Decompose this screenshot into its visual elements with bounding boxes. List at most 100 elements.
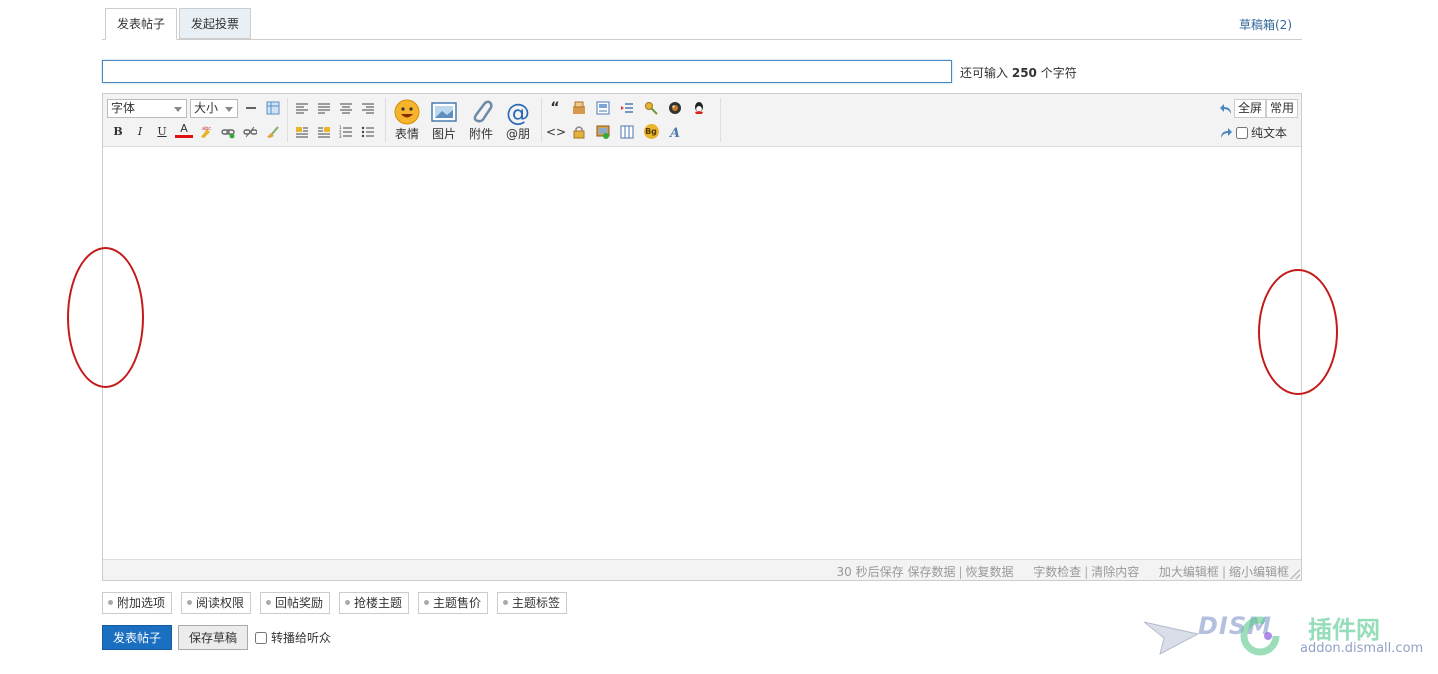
remaining-count: 250: [1011, 66, 1037, 80]
horizontal-rule-icon[interactable]: [242, 99, 260, 117]
tab-new-poll[interactable]: 发起投票: [179, 8, 252, 39]
chevron-down-icon: [225, 107, 233, 112]
chevron-down-icon: [174, 107, 182, 112]
toolbar-divider: [541, 98, 542, 142]
qq-icon[interactable]: [690, 99, 708, 117]
free-content-icon[interactable]: [594, 99, 612, 117]
plaintext-toggle[interactable]: 纯文本: [1235, 124, 1287, 141]
align-left-icon[interactable]: [293, 99, 311, 117]
highlight-icon[interactable]: abc: [197, 123, 215, 141]
bold-button[interactable]: B: [109, 123, 127, 141]
attachment-button[interactable]: 附件: [464, 98, 498, 144]
image-button[interactable]: 图片: [427, 98, 461, 144]
background-button[interactable]: Bg: [642, 123, 660, 141]
page-break-icon[interactable]: [618, 99, 636, 117]
option-floor-grab[interactable]: 抢楼主题: [339, 592, 410, 614]
rich-text-editor: 字体 大小 B I U A abc 1 2 3 表情 图片 附件 @ @朋 “ …: [102, 93, 1302, 581]
editor-statusbar: 30 秒后保存 保存数据 | 恢复数据 字数检查 | 清除内容 加大编辑框 | 缩小编辑框: [103, 559, 1301, 580]
post-type-tabs: 发表帖子 发起投票 草稿箱(2): [102, 8, 1302, 40]
undo-icon[interactable]: [1217, 100, 1235, 118]
float-left-icon[interactable]: [293, 123, 311, 141]
option-price[interactable]: 主题售价: [418, 592, 489, 614]
bullet-icon: [503, 600, 508, 605]
ordered-list-icon[interactable]: 123: [337, 123, 355, 141]
svg-text:@: @: [506, 99, 530, 125]
clear-format-icon[interactable]: [263, 123, 281, 141]
unlink-icon[interactable]: [241, 123, 259, 141]
code-button[interactable]: <>: [546, 123, 566, 141]
word-check-link[interactable]: 字数检查: [1033, 565, 1081, 579]
watermark-brand-cn: 插件网: [1308, 616, 1380, 644]
align-right-icon[interactable]: [359, 99, 377, 117]
at-icon: @: [501, 98, 535, 126]
smiley-icon: [390, 98, 424, 126]
unordered-list-icon[interactable]: [359, 123, 377, 141]
media-icon[interactable]: [666, 99, 684, 117]
plaintext-label: 纯文本: [1250, 126, 1287, 140]
option-read-permission[interactable]: 阅读权限: [181, 592, 252, 614]
subject-input[interactable]: [102, 60, 952, 83]
statusbar-actions: 30 秒后保存 保存数据 | 恢复数据 字数检查 | 清除内容 加大编辑框 | 缩小编辑框: [837, 563, 1289, 580]
bullet-icon: [108, 600, 113, 605]
separator: |: [1221, 565, 1226, 579]
option-label: 附加选项: [117, 596, 166, 610]
broadcast-toggle[interactable]: 转播给听众: [255, 629, 331, 646]
restore-data-link[interactable]: 恢复数据: [966, 565, 1014, 579]
editor-content-area[interactable]: [103, 147, 1301, 560]
hidden-content-icon[interactable]: [570, 99, 588, 117]
broadcast-checkbox[interactable]: [255, 631, 267, 644]
font-color-button[interactable]: A: [175, 122, 193, 138]
redo-icon[interactable]: [1217, 124, 1235, 142]
font-style-icon[interactable]: A: [666, 123, 684, 141]
separator: |: [958, 565, 963, 579]
submit-post-button[interactable]: 发表帖子: [102, 625, 172, 650]
bullet-icon: [187, 600, 192, 605]
enlarge-editor-link[interactable]: 加大编辑框: [1159, 565, 1219, 579]
background-glyph: Bg: [643, 124, 659, 139]
toolbar-divider: [287, 98, 288, 142]
insert-image-icon[interactable]: [594, 123, 612, 141]
resize-grip-icon[interactable]: [1290, 569, 1300, 579]
password-icon[interactable]: [642, 99, 660, 117]
link-icon[interactable]: [219, 123, 237, 141]
image-label: 图片: [431, 127, 456, 141]
option-reply-reward[interactable]: 回帖奖励: [260, 592, 331, 614]
drafts-link[interactable]: 草稿箱(2): [1239, 16, 1292, 33]
underline-button[interactable]: U: [153, 123, 171, 141]
option-tags[interactable]: 主题标签: [497, 592, 568, 614]
watermark-url: addon.dismall.com: [1300, 641, 1424, 656]
align-justify-icon[interactable]: [315, 99, 333, 117]
tab-new-post[interactable]: 发表帖子: [105, 8, 178, 40]
font-size-select[interactable]: 大小: [190, 99, 238, 118]
mention-button[interactable]: @ @朋: [501, 98, 535, 144]
option-label: 阅读权限: [196, 596, 245, 610]
emoji-label: 表情: [394, 127, 419, 141]
font-family-select[interactable]: 字体: [107, 99, 187, 118]
lock-icon[interactable]: [570, 123, 588, 141]
subject-row: 还可输入 250 个字符: [102, 60, 1302, 84]
float-right-icon[interactable]: [315, 123, 333, 141]
italic-button[interactable]: I: [131, 123, 149, 141]
fullscreen-button[interactable]: 全屏: [1233, 99, 1266, 118]
option-label: 主题标签: [512, 596, 561, 610]
quote-button[interactable]: “: [546, 99, 564, 117]
font-size-label: 大小: [194, 101, 219, 115]
save-draft-button[interactable]: 保存草稿: [178, 625, 248, 650]
plaintext-checkbox[interactable]: [1235, 126, 1248, 139]
align-center-icon[interactable]: [337, 99, 355, 117]
remaining-chars: 还可输入 250 个字符: [960, 64, 1077, 81]
option-extra[interactable]: 附加选项: [102, 592, 173, 614]
emoji-button[interactable]: 表情: [390, 98, 424, 144]
columns-icon[interactable]: [618, 123, 636, 141]
remaining-prefix: 还可输入: [960, 66, 1009, 80]
editor-toolbar: 字体 大小 B I U A abc 1 2 3 表情 图片 附件 @ @朋 “ …: [103, 94, 1301, 147]
common-mode-button[interactable]: 常用: [1265, 99, 1298, 118]
table-icon[interactable]: [264, 99, 282, 117]
bullet-icon: [424, 600, 429, 605]
option-label: 回帖奖励: [275, 596, 324, 610]
save-data-link[interactable]: 保存数据: [907, 565, 955, 579]
site-watermark: DISM 插件网 addon.dismall.com: [1142, 610, 1428, 662]
shrink-editor-link[interactable]: 缩小编辑框: [1229, 565, 1289, 579]
separator: |: [1084, 565, 1089, 579]
clear-content-link[interactable]: 清除内容: [1091, 565, 1139, 579]
